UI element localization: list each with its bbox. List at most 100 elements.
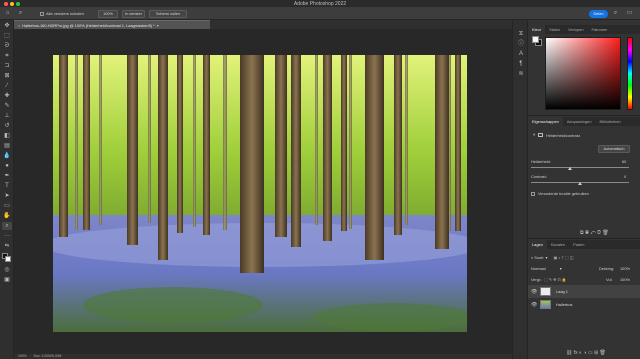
layer-thumbnail — [540, 287, 551, 296]
opacity-value[interactable]: 100% — [620, 266, 630, 271]
screen-mode-icon[interactable]: ▣ — [2, 276, 12, 284]
type-tool-icon[interactable]: T — [2, 182, 12, 190]
tab-properties[interactable]: Eigenschappen — [528, 117, 563, 126]
dodge-tool-icon[interactable]: ● — [2, 162, 12, 170]
status-bar: 100% Doc: 3,00M/5,00M — [14, 354, 512, 359]
share-button[interactable]: Delen — [589, 9, 608, 18]
scale-all-windows-option[interactable]: Alle vensters schalen — [40, 9, 84, 18]
tab-patterns[interactable]: Patronen — [588, 25, 612, 34]
character-panel-icon[interactable]: A — [516, 50, 526, 58]
layer-name[interactable]: Hallerbos — [556, 302, 572, 307]
search-icon[interactable]: ⌕ — [612, 10, 619, 17]
crop-tool-icon[interactable]: ⊐ — [2, 62, 12, 70]
status-zoom: 100% — [18, 354, 27, 358]
layer-mask-icon[interactable] — [538, 133, 544, 137]
fill-screen-button[interactable]: Scherm vullen — [149, 9, 187, 18]
tab-layers[interactable]: Lagen — [528, 240, 547, 249]
color-picker-field[interactable] — [545, 37, 621, 110]
tab-libraries[interactable]: Bibliotheken — [596, 117, 625, 126]
document-tab-label: Hallerbos-160-HDRPro.jpg @ 100% (Helderh… — [22, 22, 155, 28]
brightness-slider-thumb[interactable] — [568, 167, 572, 170]
contrast-slider-thumb[interactable] — [578, 182, 582, 185]
chevron-down-icon: ▾ — [156, 22, 159, 28]
workspace-icon[interactable]: ▭ — [626, 10, 633, 17]
title-bar: Adobe Photoshop 2022 — [0, 0, 640, 7]
tab-gradients[interactable]: Verlopen — [564, 25, 587, 34]
fill-value[interactable]: 100% — [620, 277, 630, 282]
move-tool-icon[interactable]: ✥ — [2, 22, 12, 30]
home-icon[interactable]: ⌂ — [4, 10, 11, 17]
adjustment-header: ◐ Helderheid/contrast — [533, 132, 580, 138]
opacity-label: Dekking: — [599, 266, 615, 271]
color-panel-tabs: Kleur Stalen Verlopen Patronen — [528, 25, 640, 34]
frame-tool-icon[interactable]: ⊠ — [2, 72, 12, 80]
zoom-100-button[interactable]: 100% — [98, 9, 118, 18]
contrast-value[interactable]: 0 — [624, 174, 626, 179]
panel-divider — [528, 238, 640, 239]
brightness-value[interactable]: 60 — [622, 159, 626, 164]
legacy-checkbox[interactable] — [531, 192, 535, 196]
more-tools-icon[interactable]: ··· — [2, 232, 12, 240]
path-selection-tool-icon[interactable]: ➤ — [2, 192, 12, 200]
forest-image[interactable] — [53, 55, 467, 332]
eye-icon[interactable]: 👁 — [531, 302, 537, 308]
layer-filter[interactable]: ⌕ Soort ▾ ▣ ◐ T ⬚ ◫ — [531, 255, 573, 260]
tab-paths[interactable]: Paden — [569, 240, 588, 249]
scale-all-windows-checkbox[interactable] — [40, 11, 44, 16]
document-tab[interactable]: × Hallerbos-160-HDRPro.jpg @ 100% (Helde… — [14, 20, 210, 29]
filter-icons[interactable]: ▣ ◐ T ⬚ ◫ — [553, 255, 573, 260]
brush-settings-icon[interactable]: ≋ — [516, 70, 526, 78]
pen-tool-icon[interactable]: ✒ — [2, 172, 12, 180]
tools-panel: ✥ ⬚ ᘐ ⌗ ⊐ ⊠ ⁄ ✚ ✎ ⊥ ↺ ◧ ▤ 💧 ● ✒ T ➤ ▭ ✋ … — [0, 20, 14, 359]
scale-all-windows-label: Alle vensters schalen — [46, 11, 84, 16]
tab-swatches[interactable]: Stalen — [545, 25, 564, 34]
tab-color[interactable]: Kleur — [528, 25, 546, 34]
chevron-down-icon: ▾ — [559, 266, 562, 271]
tab-adjustments[interactable]: Aanpassingen — [563, 117, 596, 126]
layer-name[interactable]: Laag 1 — [556, 289, 568, 294]
panel-foreground-swatch[interactable] — [532, 36, 539, 43]
layer-filter-label: Soort — [534, 255, 544, 260]
lock-label: Vergr.: — [531, 277, 543, 282]
blend-mode-value: Normaal — [531, 266, 546, 271]
lasso-tool-icon[interactable]: ᘐ — [2, 42, 12, 50]
layer-row[interactable]: 👁 Laag 1 — [528, 285, 640, 298]
hue-slider[interactable] — [627, 37, 633, 110]
blend-mode-select[interactable]: Normaal ▾ — [531, 266, 562, 271]
marquee-tool-icon[interactable]: ⬚ — [2, 32, 12, 40]
layers-footer-icons[interactable]: ⛓ fx ◐ ◑ ▭ ⊞ 🗑 — [566, 350, 606, 356]
brightness-slider-track[interactable] — [531, 167, 629, 168]
panel-divider — [528, 115, 640, 116]
zoom-tool-icon[interactable]: ⌕ — [17, 10, 24, 17]
object-select-tool-icon[interactable]: ⌗ — [2, 52, 12, 60]
paragraph-panel-icon[interactable]: ¶ — [516, 60, 526, 68]
gradient-tool-icon[interactable]: ▤ — [2, 142, 12, 150]
history-panel-icon[interactable]: ⧖ — [516, 30, 526, 38]
clone-stamp-tool-icon[interactable]: ⊥ — [2, 112, 12, 120]
fit-window-button[interactable]: In venster — [122, 9, 145, 18]
foreground-color-swatch[interactable] — [5, 256, 11, 262]
app-title: Adobe Photoshop 2022 — [293, 0, 347, 7]
status-doc-info: Doc: 3,00M/5,00M — [33, 354, 62, 358]
history-brush-tool-icon[interactable]: ↺ — [2, 122, 12, 130]
bluebell-forest-photo — [53, 55, 467, 332]
tab-channels[interactable]: Kanalen — [547, 240, 569, 249]
layers-panel-tabs: Lagen Kanalen Paden — [528, 240, 640, 249]
hand-tool-icon[interactable]: ✋ — [2, 212, 12, 220]
rectangle-tool-icon[interactable]: ▭ — [2, 202, 12, 210]
blur-tool-icon[interactable]: 💧 — [2, 152, 12, 160]
swap-colors-icon[interactable]: ⇆ — [2, 242, 12, 250]
eyedropper-tool-icon[interactable]: ⁄ — [2, 82, 12, 90]
auto-button[interactable]: Automatisch — [598, 145, 630, 153]
close-tab-icon[interactable]: × — [18, 23, 20, 28]
healing-brush-tool-icon[interactable]: ✚ — [2, 92, 12, 100]
layer-row[interactable]: 👁 Hallerbos — [528, 298, 640, 311]
info-panel-icon[interactable]: ⓘ — [516, 40, 526, 48]
eraser-tool-icon[interactable]: ◧ — [2, 132, 12, 140]
brush-tool-icon[interactable]: ✎ — [2, 102, 12, 110]
options-bar: ⌂ ⌕ Alle vensters schalen 100% In venste… — [0, 7, 640, 20]
quick-mask-icon[interactable]: ◎ — [2, 266, 12, 274]
lock-icons[interactable]: ⬚ ✎ ✥ ⊡ 🔒 — [544, 277, 567, 282]
eye-icon[interactable]: 👁 — [531, 289, 537, 295]
zoom-tool-icon[interactable]: ⌕ — [2, 222, 12, 230]
